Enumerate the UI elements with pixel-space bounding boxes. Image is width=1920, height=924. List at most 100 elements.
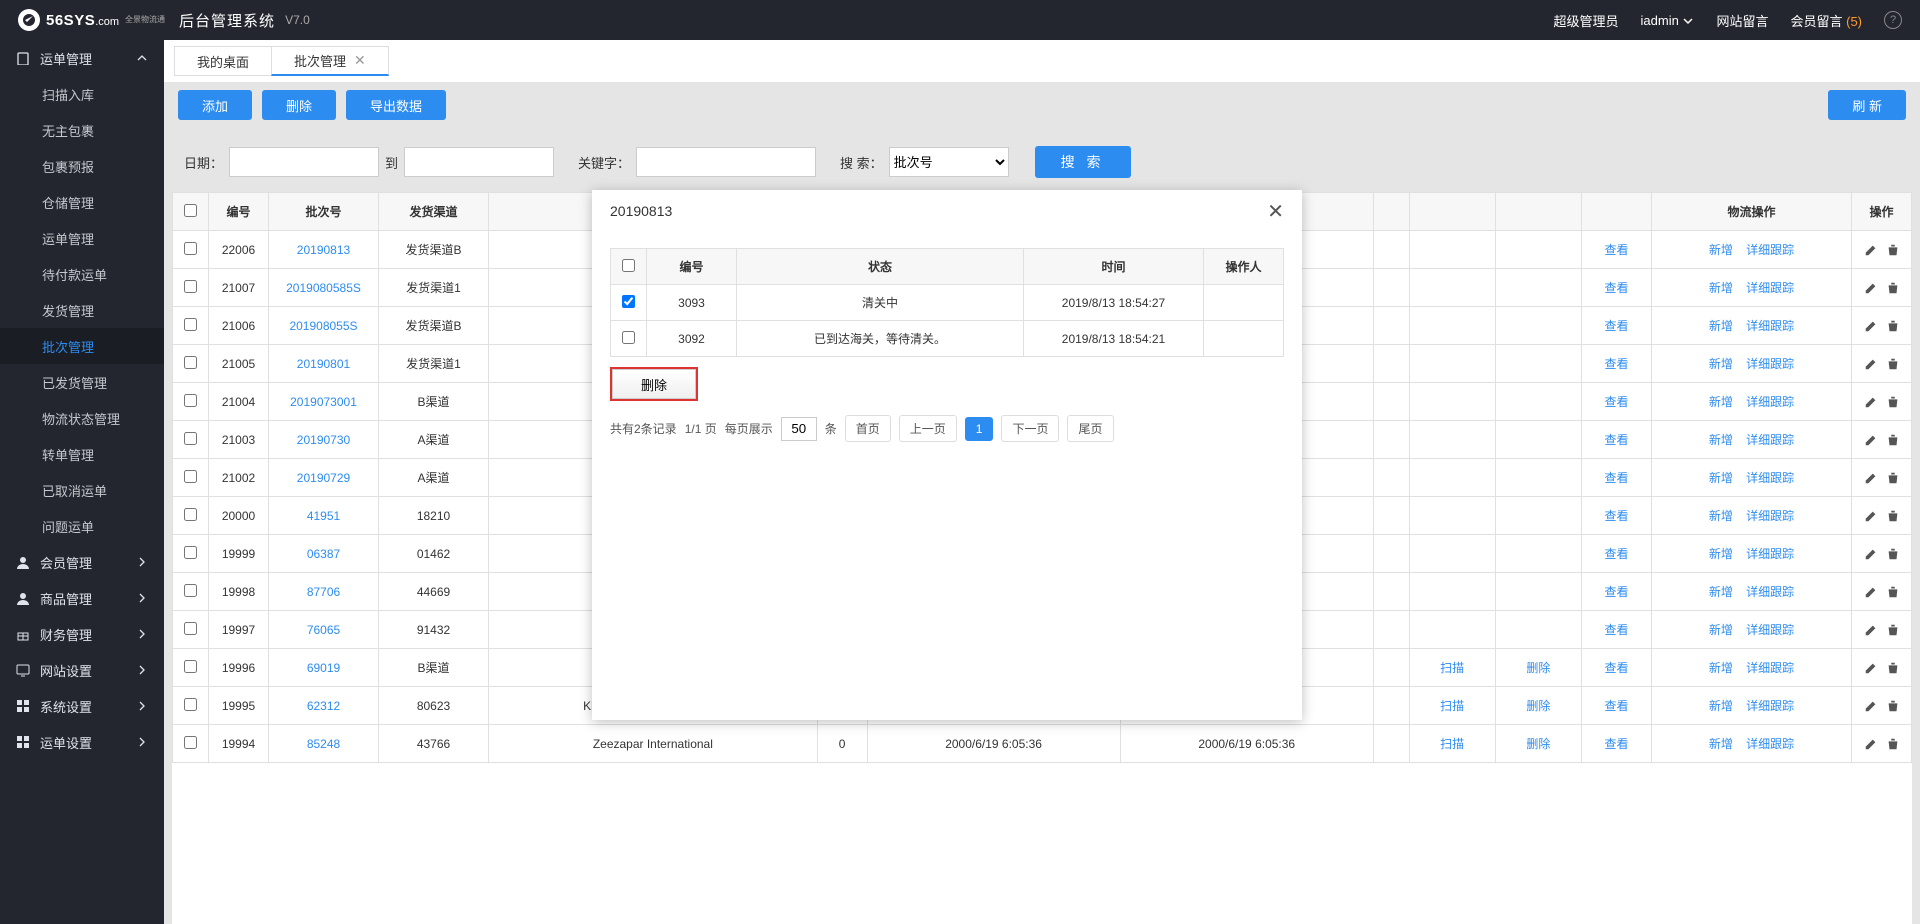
new-link[interactable]: 新增: [1709, 585, 1733, 599]
new-link[interactable]: 新增: [1709, 319, 1733, 333]
delete-button[interactable]: 删除: [262, 90, 336, 120]
trash-icon[interactable]: [1886, 243, 1900, 257]
export-button[interactable]: 导出数据: [346, 90, 446, 120]
detail-link[interactable]: 详细跟踪: [1746, 699, 1794, 713]
new-link[interactable]: 新增: [1709, 623, 1733, 637]
row-checkbox[interactable]: [184, 470, 197, 483]
tab[interactable]: 批次管理✕: [271, 46, 389, 76]
batch-link[interactable]: 20190729: [297, 471, 350, 485]
trash-icon[interactable]: [1886, 737, 1900, 751]
edit-icon[interactable]: [1864, 433, 1878, 447]
batch-link[interactable]: 201908055S: [289, 319, 357, 333]
edit-icon[interactable]: [1864, 661, 1878, 675]
pager-first[interactable]: 首页: [845, 415, 891, 442]
edit-icon[interactable]: [1864, 699, 1878, 713]
new-link[interactable]: 新增: [1709, 433, 1733, 447]
detail-link[interactable]: 详细跟踪: [1746, 623, 1794, 637]
edit-icon[interactable]: [1864, 319, 1878, 333]
batch-link[interactable]: 06387: [307, 547, 340, 561]
view-link[interactable]: 查看: [1604, 585, 1628, 599]
view-link[interactable]: 查看: [1604, 395, 1628, 409]
user-menu[interactable]: iadmin: [1641, 13, 1695, 28]
trash-icon[interactable]: [1886, 623, 1900, 637]
pager-next[interactable]: 下一页: [1001, 415, 1059, 442]
batch-link[interactable]: 2019073001: [290, 395, 357, 409]
detail-link[interactable]: 详细跟踪: [1746, 471, 1794, 485]
modal-delete-button[interactable]: 删除: [612, 369, 696, 399]
menu-sub-item[interactable]: 转单管理: [0, 436, 164, 472]
trash-icon[interactable]: [1886, 281, 1900, 295]
row-checkbox[interactable]: [184, 394, 197, 407]
site-msg-link[interactable]: 网站留言: [1716, 11, 1768, 30]
new-link[interactable]: 新增: [1709, 281, 1733, 295]
new-link[interactable]: 新增: [1709, 661, 1733, 675]
row-checkbox[interactable]: [184, 356, 197, 369]
edit-icon[interactable]: [1864, 547, 1878, 561]
batch-link[interactable]: 20190801: [297, 357, 350, 371]
trash-icon[interactable]: [1886, 433, 1900, 447]
menu-sub-item[interactable]: 已取消运单: [0, 472, 164, 508]
menu-section[interactable]: 系统设置: [0, 688, 164, 724]
new-link[interactable]: 新增: [1709, 471, 1733, 485]
menu-sub-item[interactable]: 发货管理: [0, 292, 164, 328]
select-all-checkbox[interactable]: [184, 204, 197, 217]
row-checkbox[interactable]: [184, 584, 197, 597]
modal-select-all[interactable]: [622, 259, 635, 272]
batch-link[interactable]: 20190730: [297, 433, 350, 447]
detail-link[interactable]: 详细跟踪: [1746, 585, 1794, 599]
view-link[interactable]: 查看: [1604, 243, 1628, 257]
edit-icon[interactable]: [1864, 471, 1878, 485]
row-delete-link[interactable]: 删除: [1526, 737, 1550, 751]
batch-link[interactable]: 62312: [307, 699, 340, 713]
detail-link[interactable]: 详细跟踪: [1746, 661, 1794, 675]
trash-icon[interactable]: [1886, 471, 1900, 485]
member-msg-link[interactable]: 会员留言 (5): [1790, 11, 1862, 30]
row-checkbox[interactable]: [184, 508, 197, 521]
batch-link[interactable]: 69019: [307, 661, 340, 675]
detail-link[interactable]: 详细跟踪: [1746, 319, 1794, 333]
row-checkbox[interactable]: [184, 622, 197, 635]
view-link[interactable]: 查看: [1604, 623, 1628, 637]
date-to-input[interactable]: [404, 147, 554, 177]
row-checkbox[interactable]: [184, 242, 197, 255]
new-link[interactable]: 新增: [1709, 395, 1733, 409]
row-checkbox[interactable]: [184, 736, 197, 749]
row-delete-link[interactable]: 删除: [1526, 699, 1550, 713]
menu-sub-item[interactable]: 无主包裹: [0, 112, 164, 148]
row-checkbox[interactable]: [184, 660, 197, 673]
menu-section[interactable]: 财务管理: [0, 616, 164, 652]
batch-link[interactable]: 20190813: [297, 243, 350, 257]
detail-link[interactable]: 详细跟踪: [1746, 243, 1794, 257]
view-link[interactable]: 查看: [1604, 509, 1628, 523]
row-delete-link[interactable]: 删除: [1526, 661, 1550, 675]
scan-link[interactable]: 扫描: [1440, 699, 1464, 713]
view-link[interactable]: 查看: [1604, 281, 1628, 295]
batch-link[interactable]: 41951: [307, 509, 340, 523]
row-checkbox[interactable]: [184, 280, 197, 293]
view-link[interactable]: 查看: [1604, 471, 1628, 485]
new-link[interactable]: 新增: [1709, 357, 1733, 371]
scan-link[interactable]: 扫描: [1440, 661, 1464, 675]
view-link[interactable]: 查看: [1604, 319, 1628, 333]
trash-icon[interactable]: [1886, 395, 1900, 409]
new-link[interactable]: 新增: [1709, 547, 1733, 561]
trash-icon[interactable]: [1886, 319, 1900, 333]
trash-icon[interactable]: [1886, 661, 1900, 675]
close-icon[interactable]: ✕: [1267, 199, 1284, 224]
detail-link[interactable]: 详细跟踪: [1746, 433, 1794, 447]
menu-sub-item[interactable]: 物流状态管理: [0, 400, 164, 436]
tab[interactable]: 我的桌面: [174, 46, 272, 76]
detail-link[interactable]: 详细跟踪: [1746, 737, 1794, 751]
menu-sub-item[interactable]: 已发货管理: [0, 364, 164, 400]
close-icon[interactable]: ✕: [354, 52, 366, 69]
menu-section[interactable]: 运单管理: [0, 40, 164, 76]
menu-section[interactable]: 运单设置: [0, 724, 164, 760]
date-from-input[interactable]: [229, 147, 379, 177]
batch-link[interactable]: 2019080585S: [286, 281, 361, 295]
detail-link[interactable]: 详细跟踪: [1746, 395, 1794, 409]
refresh-button[interactable]: 刷 新: [1828, 90, 1906, 120]
detail-link[interactable]: 详细跟踪: [1746, 547, 1794, 561]
pager-current[interactable]: 1: [965, 417, 994, 441]
menu-sub-item[interactable]: 批次管理: [0, 328, 164, 364]
trash-icon[interactable]: [1886, 509, 1900, 523]
